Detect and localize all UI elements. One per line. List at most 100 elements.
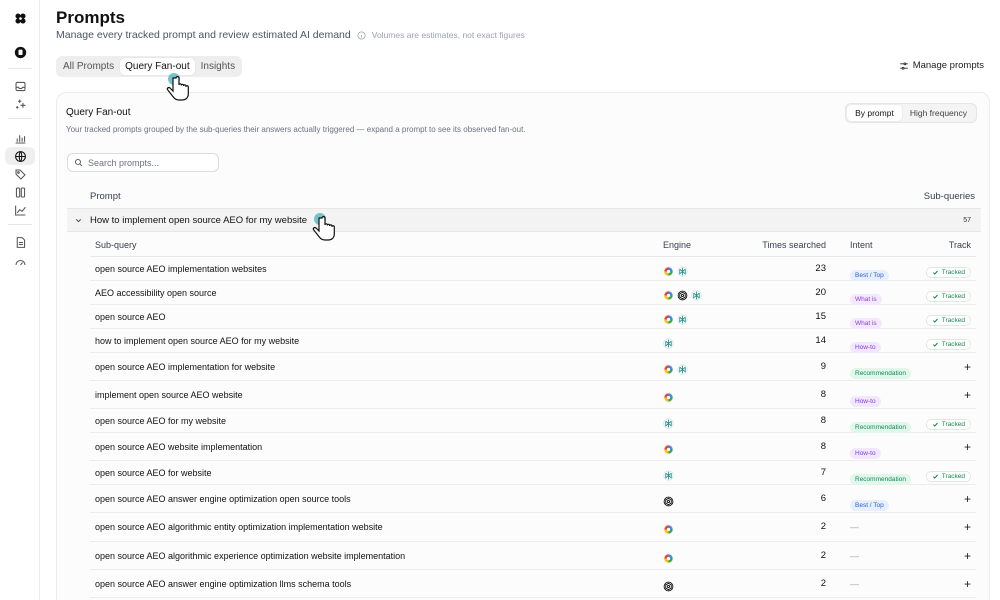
perplexity-engine-icon [677,312,688,325]
perplexity-engine-icon [663,416,674,429]
perplexity-engine-icon [691,288,702,301]
page-title: Prompts [56,8,125,27]
add-track-button[interactable]: + [964,389,971,401]
table-row[interactable]: open source AEO for website 7 Recommendati… [90,461,976,485]
subquery-text: open source AEO website implementation [95,442,263,452]
engine-icons [663,468,674,481]
high-frequency-option[interactable]: High frequency [902,105,975,121]
engine-icons [663,416,674,429]
table-row[interactable]: open source AEO algorithmic entity optim… [90,513,976,542]
subquery-text: open source AEO for my website [95,416,227,426]
times-searched: 9 [820,361,826,372]
intent-badge: Best / Top [850,494,889,512]
tracked-badge[interactable]: Tracked [925,311,971,329]
view-tabs: All Prompts Query Fan-out Insights [56,56,243,77]
times-searched: 6 [820,493,826,504]
subquery-table: Sub-query Engine Times searched Intent T… [90,233,976,598]
subquery-text: open source AEO algorithmic experience o… [95,551,406,561]
table-row[interactable]: open source AEO answer engine optimizati… [90,485,976,513]
th-subquery: Sub-query [95,240,137,250]
engine-icons [663,579,674,592]
tracked-badge[interactable]: Tracked [925,287,971,305]
intent-label: Recommendation [850,474,911,485]
query-fan-out-panel: Query Fan-out Your tracked prompts group… [56,92,990,600]
gauge-icon[interactable] [8,250,32,274]
subquery-count: 57 [963,217,971,224]
times-searched: 23 [815,263,826,274]
table-row[interactable]: open source AEO for my website 8 Recommend… [90,409,976,433]
panel-description: Your tracked prompts grouped by the sub-… [66,125,526,134]
table-row[interactable]: open source AEO 15 What is Tracked [90,305,976,329]
tracked-badge[interactable]: Tracked [925,415,971,433]
panel-title: Query Fan-out [66,107,131,118]
add-track-button[interactable]: + [964,578,971,590]
times-searched: 8 [820,415,826,426]
check-icon [932,474,938,479]
gemini-engine-icon [663,442,674,455]
subquery-text: open source AEO answer engine optimizati… [95,579,352,589]
intent-label: What is [850,318,882,329]
manage-prompts-button[interactable]: Manage prompts [899,60,984,71]
search-box[interactable] [67,153,219,172]
intent-empty: — [850,522,859,532]
prompt-text: How to implement open source AEO for my … [90,215,308,226]
sparkle-icon[interactable] [8,92,32,116]
prompt-column-header: Prompt [90,191,121,202]
engine-icons [663,522,674,535]
prompt-row-expanded[interactable]: How to implement open source AEO for my … [67,208,981,232]
perplexity-engine-icon [663,468,674,481]
intent-label: How-to [850,342,881,353]
openai-engine-icon [677,288,688,301]
tracked-label: Tracked [941,473,965,480]
times-searched: 8 [820,441,826,452]
view-mode-toggle: By prompt High frequency [845,103,977,123]
table-row[interactable]: AEO accessibility open source 20 What is Tr… [90,281,976,305]
times-searched: 2 [820,578,826,589]
table-row[interactable]: open source AEO website implementation 8 H… [90,433,976,461]
page-subtitle: Manage every tracked prompt and review e… [56,29,351,41]
add-track-button[interactable]: + [964,441,971,453]
workspace-avatar-icon[interactable] [8,40,32,64]
search-icon [74,158,83,167]
openai-engine-icon [663,579,674,592]
perplexity-engine-icon [677,362,688,375]
by-prompt-option[interactable]: By prompt [847,105,902,121]
table-row[interactable]: how to implement open source AEO for my … [90,329,976,353]
gemini-engine-icon [663,551,674,564]
intent-label: Best / Top [850,500,889,511]
intent-badge: What is [850,288,882,306]
tab-all-prompts[interactable]: All Prompts [58,58,119,75]
line-chart-icon[interactable] [8,198,32,222]
add-track-button[interactable]: + [964,521,971,533]
openai-engine-icon [663,494,674,507]
add-track-button[interactable]: + [964,361,971,373]
engine-icons [663,442,674,455]
table-row[interactable]: open source AEO implementation websites 2… [90,257,976,281]
engine-icons [663,288,702,301]
intent-label: What is [850,294,882,305]
intent-empty: — [850,551,859,561]
check-icon [932,342,938,347]
chevron-down-icon[interactable] [74,216,83,225]
intent-label: Recommendation [850,422,911,433]
tracked-badge[interactable]: Tracked [925,467,971,485]
subquery-text: open source AEO answer engine optimizati… [95,494,351,504]
brand-logo-icon[interactable] [8,6,32,30]
tab-insights[interactable]: Insights [196,58,240,75]
search-input[interactable] [88,157,208,168]
gemini-engine-icon [663,264,674,277]
add-track-button[interactable]: + [964,493,971,505]
table-row[interactable]: open source AEO implementation for websi… [90,353,976,381]
tracked-badge[interactable]: Tracked [925,335,971,353]
subquery-text: AEO accessibility open source [95,288,217,298]
intent-badge: Recommendation [850,416,911,434]
tracked-badge[interactable]: Tracked [925,263,971,281]
check-icon [932,270,938,275]
add-track-button[interactable]: + [964,550,971,562]
engine-icons [663,494,674,507]
times-searched: 2 [820,550,826,561]
table-row[interactable]: implement open source AEO website 8 How-to… [90,381,976,409]
table-row[interactable]: open source AEO algorithmic experience o… [90,542,976,570]
intent-badge: How-to [850,390,881,408]
table-row[interactable]: open source AEO answer engine optimizati… [90,570,976,598]
